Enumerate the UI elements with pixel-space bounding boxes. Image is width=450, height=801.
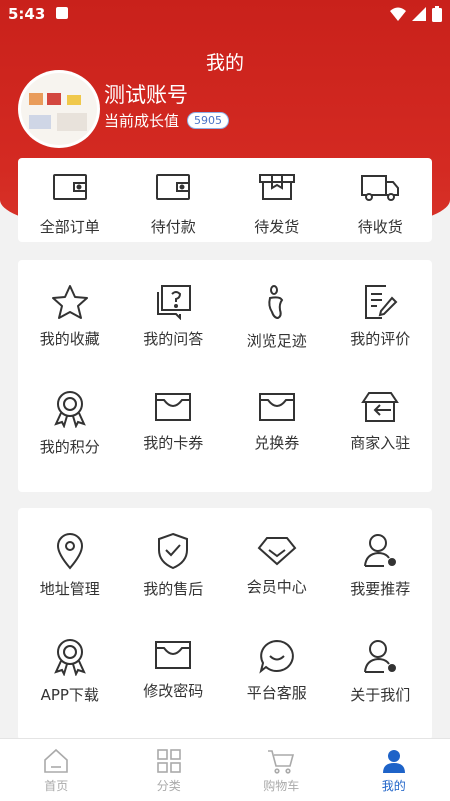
username: 测试账号: [104, 79, 188, 109]
order-unpaid-label: 待付款: [151, 216, 196, 237]
service-label: 关于我们: [350, 684, 410, 705]
service-recommend[interactable]: 我要推荐: [329, 508, 433, 614]
avatar[interactable]: [18, 70, 100, 148]
truck-icon: [360, 172, 400, 202]
shield-icon: [157, 532, 189, 570]
service-label: 我的评价: [350, 328, 410, 349]
location-icon: [55, 532, 85, 570]
service-merchant[interactable]: 商家入驻: [329, 366, 433, 472]
tab-label: 购物车: [263, 777, 299, 794]
service-label: 我的积分: [40, 436, 100, 457]
user-share-icon: [362, 532, 398, 570]
tab-home[interactable]: 首页: [0, 739, 113, 801]
status-bar: 5:43: [0, 0, 450, 28]
coupon-icon: [154, 638, 192, 672]
services-card-2: 地址管理 我的售后 会员中心 我要推荐 APP下载 修改密码 平台客服: [18, 508, 432, 740]
service-reviews[interactable]: 我的评价: [329, 260, 433, 366]
star-icon: [51, 284, 89, 320]
user-icon: [381, 748, 407, 774]
tab-label: 我的: [382, 777, 406, 794]
service-label: 兑换券: [254, 432, 299, 453]
service-label: 地址管理: [40, 578, 100, 599]
diamond-icon: [257, 532, 297, 568]
tab-label: 首页: [44, 777, 68, 794]
service-label: 会员中心: [247, 576, 307, 597]
service-label: 浏览足迹: [247, 330, 307, 351]
wallet-icon: [155, 172, 191, 202]
service-label: 商家入驻: [350, 432, 410, 453]
medal-icon: [52, 638, 88, 676]
bottom-tab-bar: 首页 分类 购物车 我的: [0, 738, 450, 801]
service-member[interactable]: 会员中心: [225, 508, 329, 614]
service-after-sale[interactable]: 我的售后: [122, 508, 226, 614]
notification-icon: [56, 7, 68, 19]
order-unpaid[interactable]: 待付款: [122, 158, 226, 237]
service-label: 我的问答: [143, 328, 203, 349]
service-history[interactable]: 浏览足迹: [225, 260, 329, 366]
service-points[interactable]: 我的积分: [18, 366, 122, 472]
home-icon: [43, 748, 69, 774]
service-label: APP下载: [41, 684, 99, 705]
service-qa[interactable]: 我的问答: [122, 260, 226, 366]
service-favorites[interactable]: 我的收藏: [18, 260, 122, 366]
battery-icon: [432, 6, 442, 22]
growth-badge[interactable]: 5905: [187, 112, 229, 129]
service-vouchers[interactable]: 兑换券: [225, 366, 329, 472]
package-icon: [258, 172, 296, 202]
service-app-download[interactable]: APP下载: [18, 614, 122, 720]
service-cards[interactable]: 我的卡券: [122, 366, 226, 472]
growth-label: 当前成长值: [104, 110, 179, 131]
tab-cart[interactable]: 购物车: [225, 739, 338, 801]
footprint-icon: [262, 284, 292, 322]
signal-icon: [412, 7, 426, 21]
tab-label: 分类: [157, 777, 181, 794]
store-icon: [361, 390, 399, 424]
tab-category[interactable]: 分类: [113, 739, 226, 801]
question-icon: [154, 284, 192, 320]
service-about[interactable]: 关于我们: [329, 614, 433, 720]
chat-icon: [258, 638, 296, 674]
service-label: 我的收藏: [40, 328, 100, 349]
medal-icon: [52, 390, 88, 428]
service-label: 修改密码: [143, 680, 203, 701]
order-to-receive-label: 待收货: [358, 216, 403, 237]
order-to-ship[interactable]: 待发货: [225, 158, 329, 237]
service-address[interactable]: 地址管理: [18, 508, 122, 614]
order-to-ship-label: 待发货: [254, 216, 299, 237]
growth-row: 当前成长值 5905: [104, 110, 229, 131]
grid-icon: [156, 748, 182, 774]
tab-mine[interactable]: 我的: [338, 739, 450, 801]
coupon-icon: [154, 390, 192, 424]
order-all-label: 全部订单: [40, 216, 100, 237]
edit-doc-icon: [362, 284, 398, 320]
service-label: 我的卡券: [143, 432, 203, 453]
cart-icon: [267, 748, 295, 774]
services-card-1: 我的收藏 我的问答 浏览足迹 我的评价 我的积分 我的卡券 兑换券: [18, 260, 432, 492]
coupon-icon: [258, 390, 296, 424]
wallet-icon: [52, 172, 88, 202]
order-to-receive[interactable]: 待收货: [329, 158, 433, 237]
status-icons: [390, 6, 442, 22]
wifi-icon: [390, 7, 406, 21]
service-customer-support[interactable]: 平台客服: [225, 614, 329, 720]
service-change-password[interactable]: 修改密码: [122, 614, 226, 720]
service-label: 我的售后: [143, 578, 203, 599]
service-label: 我要推荐: [350, 578, 410, 599]
status-time: 5:43: [8, 5, 45, 23]
user-share-icon: [362, 638, 398, 676]
order-all[interactable]: 全部订单: [18, 158, 122, 237]
service-label: 平台客服: [247, 682, 307, 703]
orders-card: 全部订单 待付款 待发货 待收货: [18, 158, 432, 242]
